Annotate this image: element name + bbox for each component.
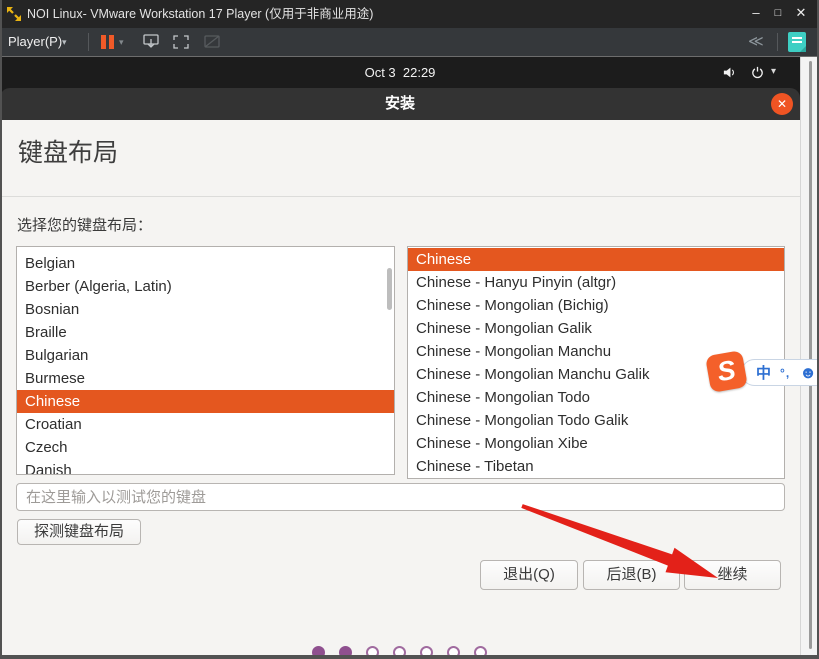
- window-border: [0, 0, 2, 659]
- layout-option[interactable]: Czech: [17, 436, 394, 459]
- ime-punctuation-icon[interactable]: °,: [780, 366, 790, 380]
- variant-option[interactable]: Chinese - Mongolian Todo Galik: [408, 409, 784, 432]
- vmware-player-window: NOI Linux- VMware Workstation 17 Player …: [0, 0, 819, 659]
- window-title: NOI Linux- VMware Workstation 17 Player …: [27, 0, 373, 28]
- system-menu-arrow-icon[interactable]: ▾: [771, 57, 776, 88]
- toolbar-separator: [777, 33, 778, 51]
- divider: [0, 196, 800, 197]
- suspend-vm-button[interactable]: [101, 35, 114, 49]
- player-menu-arrow-icon[interactable]: ▾: [62, 28, 67, 56]
- minimize-button[interactable]: –: [744, 0, 768, 28]
- vertical-scrollbar[interactable]: [809, 61, 812, 649]
- variant-option[interactable]: Chinese: [408, 248, 784, 271]
- installer-close-button[interactable]: ✕: [771, 93, 793, 115]
- send-ctrl-alt-del-icon[interactable]: [141, 33, 161, 56]
- layout-option[interactable]: Danish: [17, 459, 394, 475]
- ime-mode-chinese[interactable]: 中: [756, 362, 771, 383]
- keyboard-layout-list[interactable]: BelgianBerber (Algeria, Latin)BosnianBra…: [16, 246, 395, 475]
- layout-option[interactable]: Chinese: [17, 390, 394, 413]
- sogou-logo-icon[interactable]: S: [705, 350, 748, 393]
- player-menu[interactable]: Player(P): [8, 28, 62, 56]
- toolbar-separator: [88, 33, 89, 51]
- layout-option[interactable]: Berber (Algeria, Latin): [17, 275, 394, 298]
- layout-option[interactable]: Bosnian: [17, 298, 394, 321]
- fullscreen-icon[interactable]: [171, 33, 191, 56]
- variant-option[interactable]: Chinese - Mongolian Galik: [408, 317, 784, 340]
- installer-titlebar: 安装 ✕: [0, 88, 800, 120]
- back-button[interactable]: 后退(B): [583, 560, 680, 590]
- variant-option[interactable]: Chinese - Mongolian (Bichig): [408, 294, 784, 317]
- power-icon[interactable]: [750, 65, 765, 85]
- page-title: 键盘布局: [18, 133, 118, 169]
- maximize-button[interactable]: □: [766, 0, 790, 28]
- suspend-dropdown-arrow-icon[interactable]: ▾: [119, 28, 124, 56]
- layout-option[interactable]: Burmese: [17, 367, 394, 390]
- unity-mode-icon-disabled: [202, 33, 222, 56]
- quit-button[interactable]: 退出(Q): [480, 560, 578, 590]
- vmware-logo-icon: [6, 6, 22, 22]
- continue-button[interactable]: 继续: [684, 560, 781, 590]
- layout-list-scrollbar[interactable]: [387, 268, 392, 310]
- window-border: [0, 655, 819, 659]
- detect-layout-button[interactable]: 探测键盘布局: [17, 519, 141, 545]
- layout-option[interactable]: Braille: [17, 321, 394, 344]
- variant-option[interactable]: Chinese - Tibetan: [408, 455, 784, 478]
- collapse-toolbar-button[interactable]: ≪: [748, 28, 762, 56]
- select-layout-label: 选择您的键盘布局：: [17, 214, 152, 235]
- close-window-button[interactable]: ✕: [789, 0, 813, 28]
- layout-option[interactable]: Bulgarian: [17, 344, 394, 367]
- variant-option[interactable]: Chinese - Mongolian Xibe: [408, 432, 784, 455]
- keyboard-test-input[interactable]: [16, 483, 785, 511]
- vmware-titlebar: NOI Linux- VMware Workstation 17 Player …: [0, 0, 819, 28]
- layout-option[interactable]: Belgian: [17, 252, 394, 275]
- installer-title: 安装: [0, 88, 800, 120]
- clock[interactable]: Oct 3 22:29: [0, 57, 800, 88]
- volume-icon[interactable]: [722, 65, 737, 85]
- sogou-toolbar: 中 °, ☻: [741, 359, 819, 386]
- library-panel-icon[interactable]: [788, 32, 806, 52]
- gnome-topbar: Oct 3 22:29 ▾: [0, 57, 800, 88]
- ime-emoji-icon[interactable]: ☻: [799, 364, 817, 381]
- variant-option[interactable]: Chinese - Hanyu Pinyin (altgr): [408, 271, 784, 294]
- layout-option[interactable]: Croatian: [17, 413, 394, 436]
- guest-display: Oct 3 22:29 ▾ 安装 ✕ 键盘布局 选择您的: [0, 57, 800, 656]
- vmware-toolbar: Player(P) ▾ ▾ ≪: [0, 28, 819, 57]
